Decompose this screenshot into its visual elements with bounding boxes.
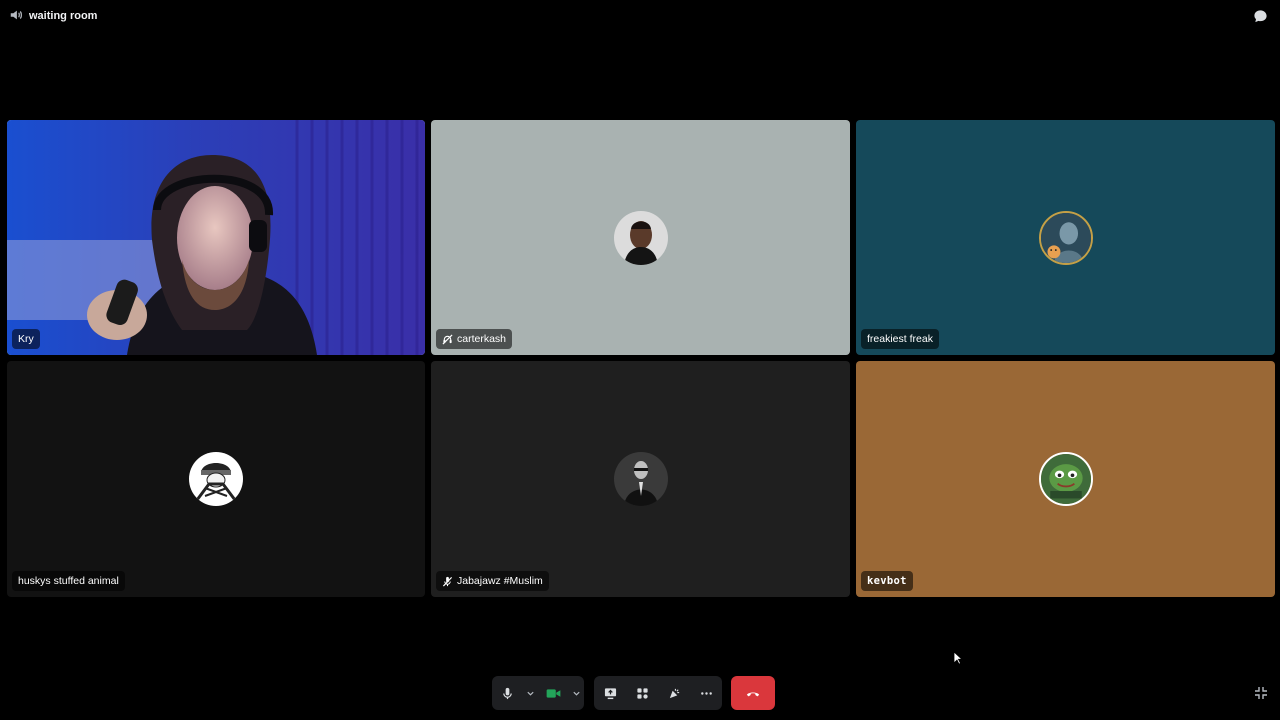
participant-nameplate: Kry — [12, 329, 40, 349]
hang-up-icon — [746, 692, 760, 696]
more-icon — [700, 691, 712, 695]
activities-icon — [636, 687, 648, 699]
exit-fullscreen-icon — [1255, 687, 1267, 699]
soundboard-button[interactable] — [658, 676, 690, 710]
chevron-down-icon — [526, 691, 534, 696]
more-options-button[interactable] — [690, 676, 722, 710]
participant-tile-huskys-stuffed-animal[interactable]: huskys stuffed animal — [7, 361, 425, 597]
chat-button[interactable] — [1252, 8, 1268, 24]
participant-tile-freakiest-freak[interactable]: freakiest freak — [856, 120, 1275, 355]
mic-muted-icon — [442, 576, 453, 586]
channel-header: waiting room — [9, 8, 97, 24]
chat-bubble-icon — [1253, 9, 1267, 22]
screen-share-icon — [604, 687, 616, 699]
hang-up-button[interactable] — [731, 676, 775, 710]
microphone-button[interactable] — [492, 676, 522, 710]
webcam-video — [7, 120, 425, 355]
soundboard-icon — [669, 688, 679, 698]
avatar — [613, 210, 668, 265]
channel-name: waiting room — [29, 10, 98, 22]
participant-nameplate: carterkash — [436, 329, 513, 349]
deafened-icon — [442, 333, 453, 345]
microphone-options-button[interactable] — [522, 676, 538, 710]
avatar — [1038, 210, 1093, 265]
activities-button[interactable] — [626, 676, 658, 710]
camera-icon — [546, 688, 560, 698]
participant-nameplate: kevbot — [861, 571, 913, 591]
top-bar: waiting room — [0, 0, 1280, 32]
participant-tile-kevbot[interactable]: kevbot — [856, 361, 1275, 597]
participant-name: freakiest freak — [867, 333, 933, 345]
avatar — [1038, 452, 1093, 506]
camera-button[interactable] — [538, 676, 568, 710]
microphone-icon — [502, 687, 512, 699]
avatar — [189, 452, 243, 506]
participant-name: huskys stuffed animal — [18, 575, 119, 587]
participant-nameplate: huskys stuffed animal — [12, 571, 125, 591]
speaker-icon — [9, 8, 23, 25]
participant-name: Jabajawz #Muslim — [457, 575, 543, 587]
actions-group — [594, 676, 722, 710]
participant-tile-carterkash[interactable]: carterkash — [431, 120, 850, 355]
avatar — [613, 452, 668, 506]
call-controls — [0, 676, 1280, 710]
participant-nameplate: Jabajawz #Muslim — [436, 571, 549, 591]
participant-nameplate: freakiest freak — [861, 329, 939, 349]
mouse-cursor-icon — [953, 651, 963, 665]
participant-name: kevbot — [867, 575, 907, 587]
participant-name: carterkash — [457, 333, 507, 345]
participant-tile-jabajawz[interactable]: Jabajawz #Muslim — [431, 361, 850, 597]
chevron-down-icon — [572, 691, 580, 696]
audio-video-group — [492, 676, 584, 710]
participant-tile-kry[interactable]: Kry — [7, 120, 425, 355]
screen-share-button[interactable] — [594, 676, 626, 710]
participant-name: Kry — [18, 333, 34, 345]
participant-grid: Kry carterkash freakiest freak huskys st… — [7, 120, 1275, 597]
exit-fullscreen-button[interactable] — [1254, 686, 1268, 700]
camera-options-button[interactable] — [568, 676, 584, 710]
